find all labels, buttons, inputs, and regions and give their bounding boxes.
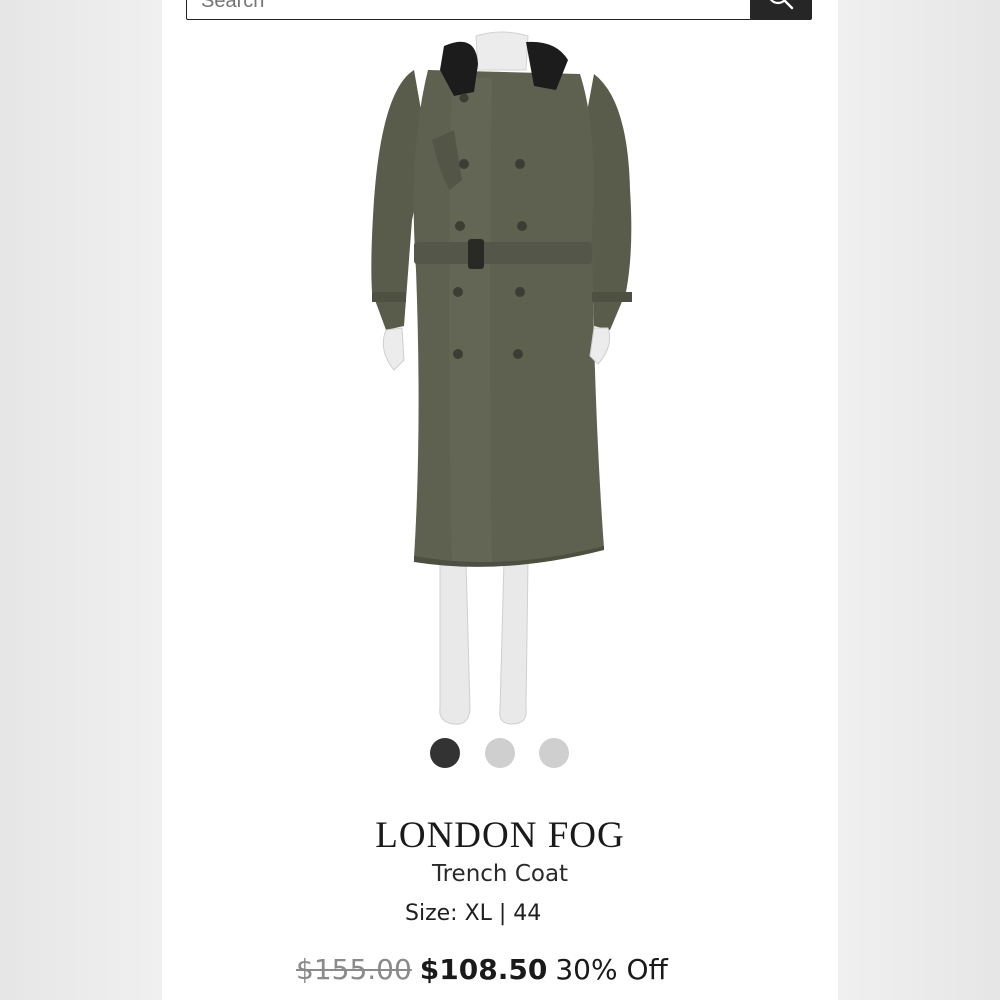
belt-buckle [468,239,484,269]
mannequin-neck [475,31,529,71]
background-blur-left [0,0,162,1000]
sale-price: $108.50 [419,953,548,986]
product-brand[interactable]: LONDON FOG [162,814,838,857]
carousel-dot-2[interactable] [485,738,515,768]
search-bar[interactable] [186,0,752,20]
product-size: Size: XL | 44 [405,901,542,926]
background-blur-right [838,0,1000,1000]
carousel-dot-3[interactable] [539,738,569,768]
search-icon [769,0,794,10]
image-carousel-dots [430,738,570,768]
screenshot-stage: LONDON FOG Trench Coat Size: XL | 44 $15… [0,0,1000,1000]
carousel-dot-1[interactable] [430,738,460,768]
search-button[interactable] [750,0,812,20]
discount-label: 30% Off [555,953,668,986]
sleeve-strap-left [372,292,406,302]
product-image[interactable] [342,30,662,730]
search-input[interactable] [201,0,701,13]
original-price: $155.00 [296,953,412,986]
mannequin-legs [439,559,529,725]
price-row: $155.00 $108.50 30% Off [296,953,668,986]
mannequin-right-hand [589,327,611,365]
product-type: Trench Coat [431,861,569,887]
product-page: LONDON FOG Trench Coat Size: XL | 44 $15… [162,0,838,1000]
coat-belt [414,242,592,264]
mannequin-left-hand [382,327,405,371]
sleeve-strap-right [592,292,632,302]
